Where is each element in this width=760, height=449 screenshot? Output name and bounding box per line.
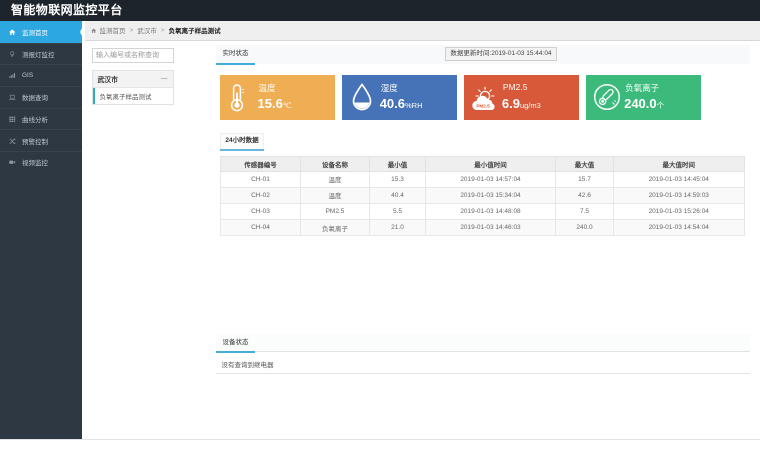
svg-text:PM2.5: PM2.5 [476,104,490,109]
